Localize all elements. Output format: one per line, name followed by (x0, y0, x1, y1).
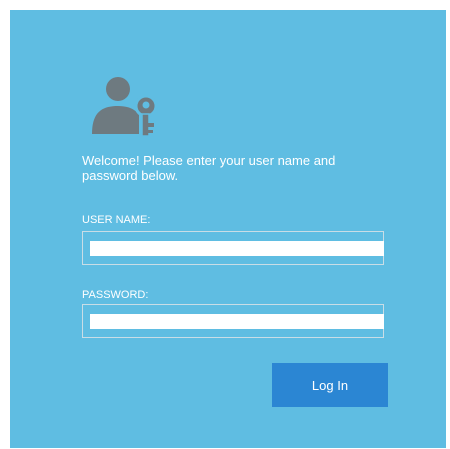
password-input[interactable] (90, 314, 384, 329)
username-field-frame (82, 231, 384, 265)
user-key-icon (92, 77, 158, 137)
username-label: USER NAME: (82, 214, 151, 226)
password-field-frame (82, 304, 384, 338)
login-button[interactable]: Log In (272, 363, 388, 407)
password-label: PASSWORD: (82, 289, 149, 301)
username-input[interactable] (90, 241, 384, 256)
welcome-message: Welcome! Please enter your user name and… (82, 153, 336, 183)
